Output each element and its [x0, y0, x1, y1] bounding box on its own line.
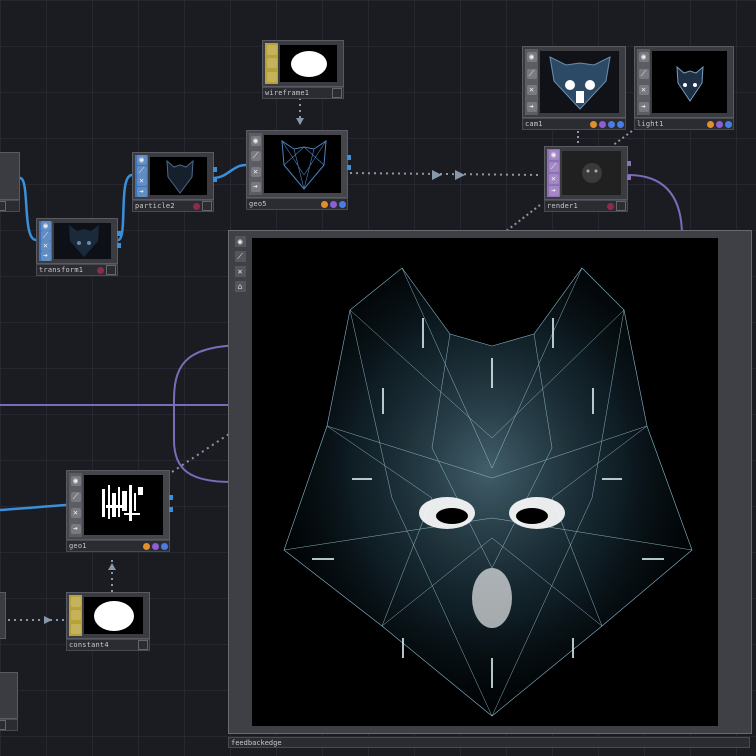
disc-preview	[290, 50, 327, 77]
node-side-icons: ◉ ⟋ ✕ ➔	[525, 49, 538, 115]
node-constant4[interactable]: constant4	[66, 592, 150, 651]
flag-orange[interactable]	[590, 120, 597, 128]
node-label: light1	[637, 120, 664, 128]
node-bypass-toggle[interactable]	[138, 640, 148, 650]
node-label: transform1	[39, 266, 84, 274]
node-preview	[54, 223, 111, 259]
node-side-icons: ◉ ⟋ ✕ ⌂	[232, 234, 248, 294]
arrow-icon	[432, 170, 442, 180]
node-side-icons: ◉ ⟋ ✕ ➔	[135, 155, 148, 197]
flag-orange[interactable]	[707, 120, 714, 128]
node-particle2[interactable]: ◉ ⟋ ✕ ➔ particle2	[132, 152, 217, 212]
flag-red[interactable]	[193, 202, 200, 210]
wire-render1-out	[627, 174, 683, 237]
arrow-icon	[44, 616, 52, 624]
wire-geo5-to-render1	[349, 172, 541, 176]
node-label: geo5	[249, 200, 267, 208]
close-icon[interactable]: ✕	[234, 266, 246, 277]
node-bypass-toggle[interactable]	[332, 88, 342, 98]
flag-blue[interactable]	[161, 542, 168, 550]
node-preview	[280, 45, 337, 82]
flag-red[interactable]	[607, 202, 614, 210]
node-side-icons: ◉ ⟋ ✕ ➔	[69, 473, 82, 537]
node-preview	[264, 135, 341, 193]
flag-orange[interactable]	[321, 200, 328, 208]
node-side-icons: ◉ ⟋ ✕ ➔	[637, 49, 650, 115]
wire-left-to-transform1	[19, 176, 37, 242]
node-geo1[interactable]: ◉ ⟋ ✕ ➔ geo1	[66, 470, 173, 552]
wire-particle2-to-geo5	[212, 163, 247, 180]
node-side-icons: ◉ ⟋ ✕ ➔	[547, 149, 560, 197]
viewer-icon[interactable]: ◉	[234, 236, 246, 247]
flag-orange[interactable]	[143, 542, 150, 550]
pencil-icon[interactable]: ⟋	[234, 251, 246, 262]
node-side-icons	[265, 43, 278, 84]
node-preview	[150, 157, 207, 195]
node-preview	[562, 151, 621, 195]
node-wireframe1[interactable]: wireframe1	[262, 40, 344, 99]
flag-purple[interactable]	[152, 542, 159, 550]
node-label: cam1	[525, 120, 543, 128]
wire-left-to-geo1	[0, 503, 67, 512]
node-label: wireframe1	[265, 89, 310, 97]
node-label: particle2	[135, 202, 175, 210]
node-side-icons	[69, 595, 82, 636]
flag-red[interactable]	[97, 266, 104, 274]
node-offscreen-bottom[interactable]	[0, 672, 18, 732]
node-bypass-toggle[interactable]	[616, 201, 626, 211]
flag-purple[interactable]	[599, 120, 606, 128]
flag-blue[interactable]	[725, 120, 732, 128]
wire-light1-to-render1	[611, 127, 637, 147]
node-preview	[84, 475, 163, 535]
node-label: geo1	[69, 542, 87, 550]
flag-purple[interactable]	[330, 200, 337, 208]
node-label: feedbackedge	[228, 737, 750, 748]
flag-purple[interactable]	[716, 120, 723, 128]
wire-render1-to-viewer	[504, 204, 541, 233]
node-side-icons: ◉ ⟋ ✕ ➔	[249, 133, 262, 195]
node-geo5[interactable]: ◉ ⟋ ✕ ➔ geo5	[246, 130, 351, 210]
flag-blue[interactable]	[608, 120, 615, 128]
node-preview	[540, 51, 619, 113]
disc-preview	[93, 600, 134, 631]
flag-blue[interactable]	[339, 200, 346, 208]
flag-blue[interactable]	[617, 120, 624, 128]
arrow-icon	[296, 118, 304, 125]
node-side-icons: ◉ ⟋ ✕ ➔	[39, 221, 52, 261]
arrow-icon	[108, 563, 116, 570]
node-preview	[84, 597, 143, 634]
node-bypass-toggle[interactable]	[202, 201, 212, 211]
node-offscreen-mid[interactable]	[0, 592, 6, 658]
node-preview	[652, 51, 727, 113]
node-label: constant4	[69, 641, 109, 649]
feedbackedge-viewer[interactable]	[252, 238, 718, 726]
node-bypass-toggle[interactable]	[106, 265, 116, 275]
node-light1[interactable]: ◉ ⟋ ✕ ➔ light1	[634, 46, 734, 130]
node-offscreen-top[interactable]	[0, 152, 20, 212]
pin-icon[interactable]: ⌂	[234, 281, 246, 292]
node-transform1[interactable]: ◉ ⟋ ✕ ➔ transform1	[36, 218, 121, 276]
node-render1[interactable]: ◉ ⟋ ✕ ➔ render1	[544, 146, 631, 212]
node-cam1[interactable]: ◉ ⟋ ✕ ➔ cam1	[522, 46, 626, 130]
node-label: render1	[547, 202, 578, 210]
arrow-icon	[455, 170, 465, 180]
